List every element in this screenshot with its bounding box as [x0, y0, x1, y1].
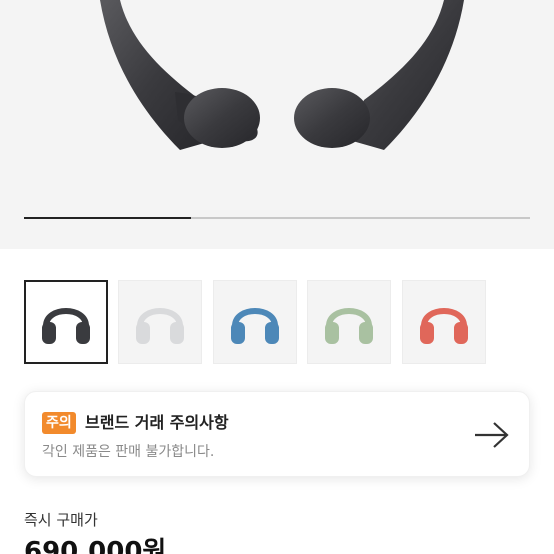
- brand-trade-notice-card[interactable]: 주의 브랜드 거래 주의사항 각인 제품은 판매 불가합니다.: [24, 391, 530, 477]
- caution-badge: 주의: [42, 412, 76, 434]
- headphones-thumbnail-icon: [231, 308, 279, 344]
- thumbnail-pink[interactable]: [402, 280, 486, 364]
- gallery-progress-track: [24, 217, 530, 219]
- headphones-thumbnail-icon: [420, 308, 468, 344]
- gallery-progress-fill: [24, 217, 191, 219]
- thumbnail-sky-blue[interactable]: [213, 280, 297, 364]
- arrow-right-icon[interactable]: [473, 420, 511, 454]
- thumbnail-space-gray[interactable]: [24, 280, 108, 364]
- product-image-gallery[interactable]: [0, 0, 554, 249]
- thumbnail-silver[interactable]: [118, 280, 202, 364]
- color-thumbnail-list: [0, 280, 554, 364]
- headphones-image: [100, 0, 464, 150]
- headphones-thumbnail-icon: [325, 308, 373, 344]
- instant-buy-price: 690,000원: [24, 537, 167, 554]
- headphones-thumbnail-icon: [136, 308, 184, 344]
- instant-buy-price-label: 즉시 구매가: [24, 511, 98, 529]
- notice-subtitle: 각인 제품은 판매 불가합니다.: [42, 444, 215, 460]
- notice-title: 브랜드 거래 주의사항: [85, 413, 229, 432]
- headphones-thumbnail-icon: [42, 308, 90, 344]
- thumbnail-green[interactable]: [307, 280, 391, 364]
